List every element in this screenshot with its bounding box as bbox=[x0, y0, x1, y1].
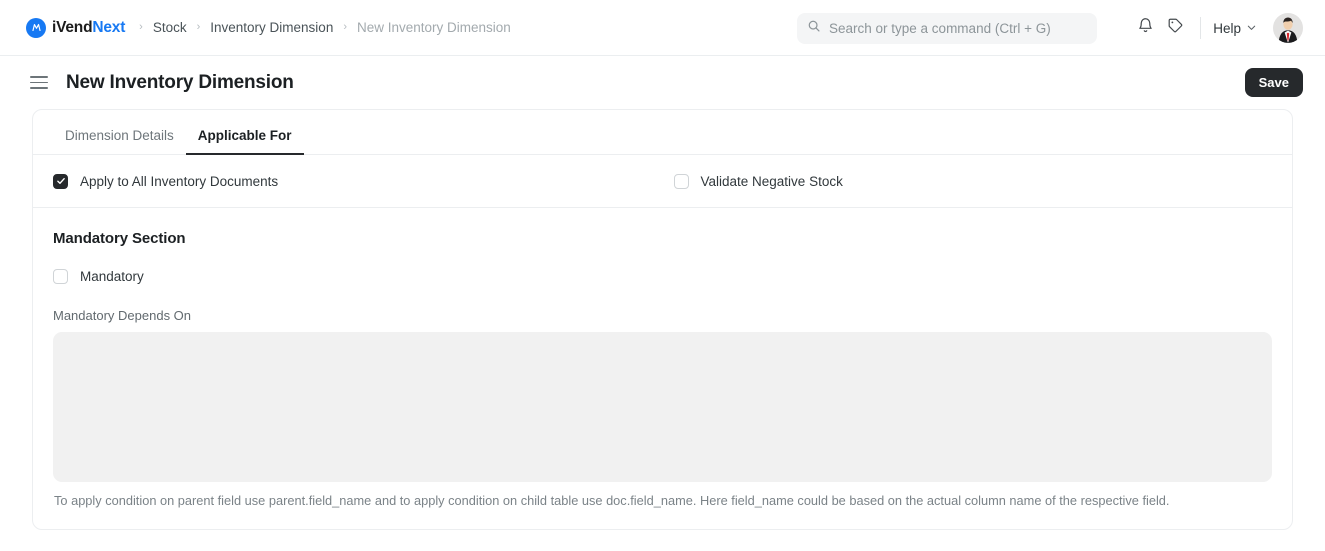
notifications-button[interactable] bbox=[1130, 13, 1160, 43]
breadcrumb-item-stock[interactable]: Stock bbox=[153, 20, 187, 35]
form-area: Dimension Details Applicable For Apply t… bbox=[0, 109, 1325, 530]
breadcrumb-separator: › bbox=[196, 21, 201, 33]
mandatory-section: Mandatory Section Mandatory Mandatory De… bbox=[33, 208, 1292, 529]
tab-applicable-for[interactable]: Applicable For bbox=[185, 128, 304, 155]
hamburger-menu-icon[interactable] bbox=[30, 72, 52, 94]
brand-name-accent: Next bbox=[92, 18, 126, 36]
form-card: Dimension Details Applicable For Apply t… bbox=[32, 109, 1293, 530]
help-label: Help bbox=[1213, 20, 1241, 36]
checkbox-mandatory[interactable] bbox=[53, 269, 68, 284]
checkbox-group-mandatory: Mandatory bbox=[53, 269, 1272, 284]
tags-button[interactable] bbox=[1160, 13, 1190, 43]
mandatory-depends-on-textarea[interactable] bbox=[53, 332, 1272, 482]
save-button[interactable]: Save bbox=[1244, 68, 1303, 97]
navbar-divider bbox=[1200, 17, 1202, 39]
mandatory-depends-on-helper-text: To apply condition on parent field use p… bbox=[54, 493, 1170, 508]
breadcrumb-item-current: New Inventory Dimension bbox=[357, 20, 511, 35]
help-menu-button[interactable]: Help bbox=[1213, 21, 1257, 36]
navbar-right-group: Help bbox=[1130, 0, 1303, 56]
tab-bar: Dimension Details Applicable For bbox=[33, 110, 1292, 155]
checkbox-group-validate-negative-stock: Validate Negative Stock bbox=[663, 173, 1273, 189]
tag-icon bbox=[1167, 17, 1184, 39]
brand-name: iVendNext bbox=[52, 19, 125, 37]
checkbox-row: Apply to All Inventory Documents Validat… bbox=[33, 155, 1292, 208]
checkbox-group-apply-all: Apply to All Inventory Documents bbox=[53, 173, 663, 189]
checkbox-validate-negative-stock[interactable] bbox=[673, 173, 689, 189]
ivend-circle-logo-icon bbox=[26, 17, 46, 38]
mandatory-section-title: Mandatory Section bbox=[53, 230, 186, 247]
page-header: New Inventory Dimension Save bbox=[0, 56, 1325, 109]
breadcrumb-item-inventory-dimension[interactable]: Inventory Dimension bbox=[210, 20, 333, 35]
top-navbar: iVendNext › Stock › Inventory Dimension … bbox=[0, 0, 1325, 56]
breadcrumb-separator: › bbox=[343, 21, 347, 33]
checkbox-label-validate-negative-stock[interactable]: Validate Negative Stock bbox=[701, 174, 843, 189]
page-title: New Inventory Dimension bbox=[66, 71, 294, 93]
search-icon bbox=[807, 19, 821, 38]
chevron-down-icon bbox=[1246, 21, 1257, 36]
tab-dimension-details[interactable]: Dimension Details bbox=[53, 128, 186, 154]
avatar[interactable] bbox=[1273, 13, 1303, 43]
checkbox-label-mandatory[interactable]: Mandatory bbox=[80, 269, 144, 284]
search-input[interactable] bbox=[829, 21, 1087, 36]
checkbox-label-apply-to-all[interactable]: Apply to All Inventory Documents bbox=[80, 174, 278, 189]
mandatory-depends-on-label: Mandatory Depends On bbox=[53, 308, 192, 323]
brand-name-dark: iVend bbox=[52, 18, 93, 36]
checkbox-apply-to-all-inventory-documents[interactable] bbox=[53, 173, 68, 189]
search-box[interactable] bbox=[797, 13, 1097, 44]
bell-icon bbox=[1137, 17, 1154, 39]
breadcrumb: › Stock › Inventory Dimension › New Inve… bbox=[139, 20, 511, 35]
breadcrumb-separator: › bbox=[139, 21, 143, 33]
brand-logo[interactable]: iVendNext bbox=[26, 17, 125, 38]
